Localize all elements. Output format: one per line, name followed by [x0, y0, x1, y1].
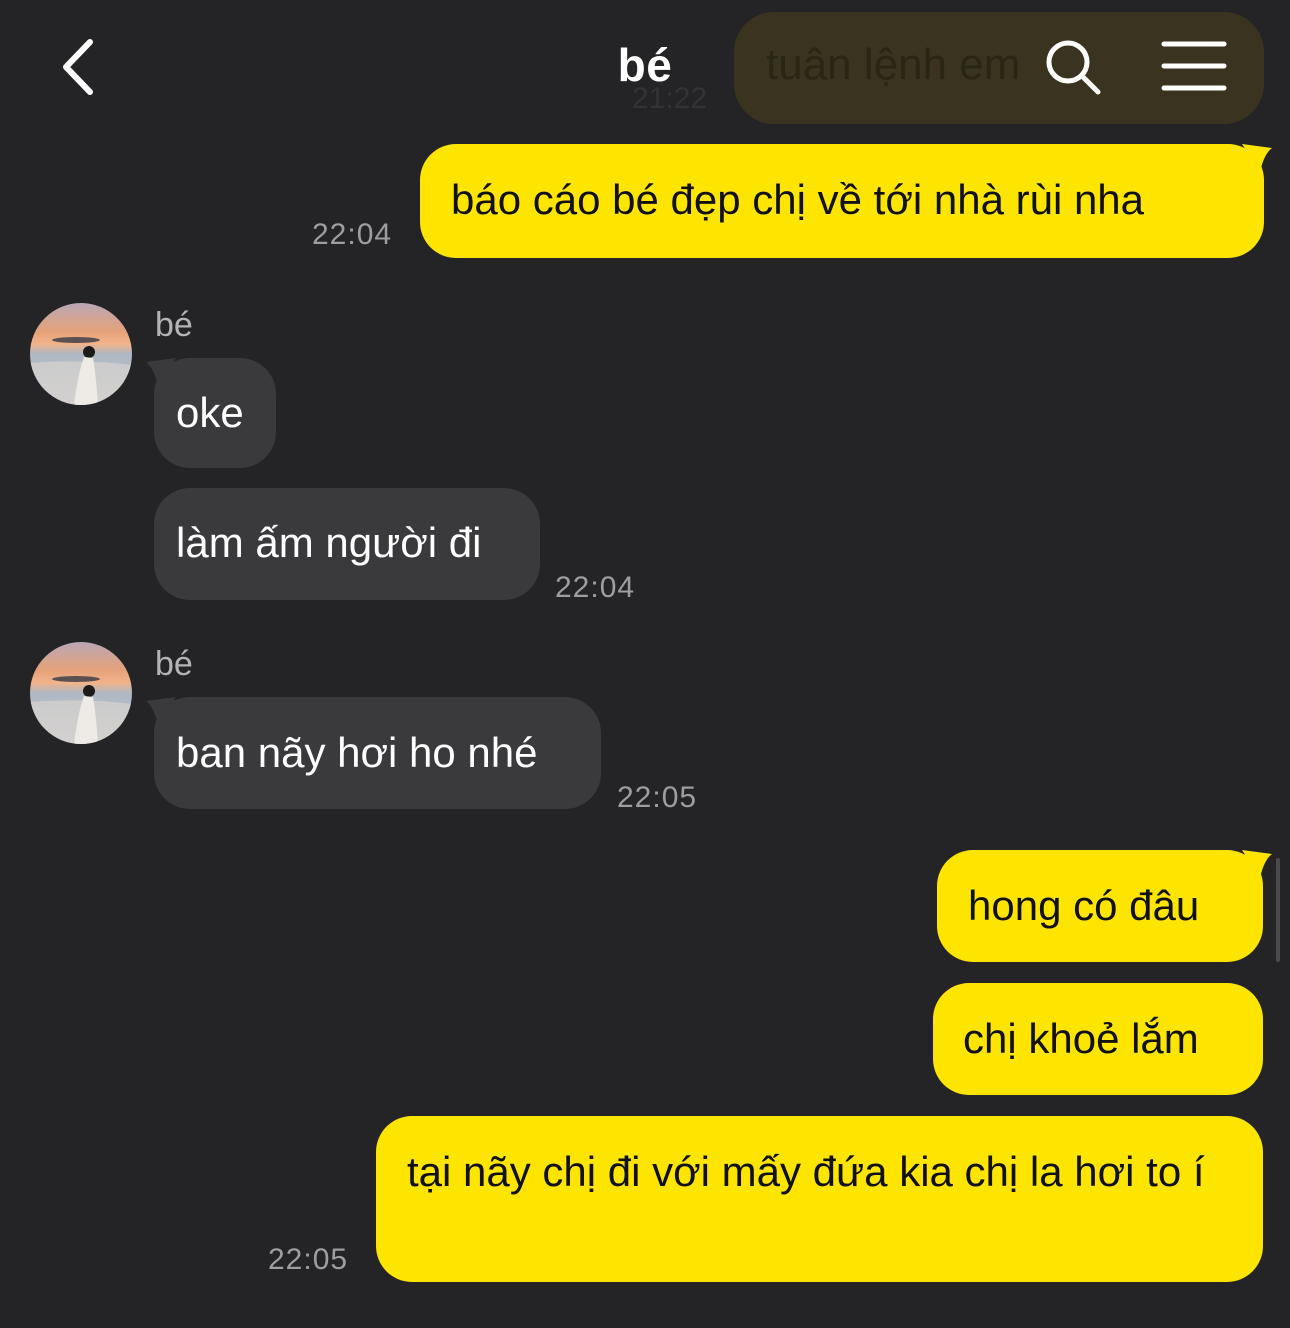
bubble-tail: [1242, 144, 1272, 172]
their-message-bubble[interactable]: làm ấm người đi: [154, 488, 540, 600]
avatar-photo: [30, 303, 132, 405]
my-message-bubble[interactable]: hong có đâu: [937, 850, 1263, 962]
my-message-bubble[interactable]: báo cáo bé đẹp chị về tới nhà rùi nha: [420, 144, 1264, 258]
their-message-bubble[interactable]: oke: [154, 358, 276, 468]
search-icon: [1046, 40, 1101, 95]
avatar[interactable]: [30, 303, 132, 405]
message-time: 22:04: [312, 218, 393, 251]
hamburger-menu-icon: [1161, 41, 1227, 91]
message-time: 22:05: [268, 1243, 349, 1276]
avatar[interactable]: [30, 642, 132, 744]
their-message-bubble[interactable]: ban nãy hơi ho nhé: [154, 697, 601, 809]
message-time: 22:04: [555, 571, 636, 604]
my-message-bubble[interactable]: tại nãy chị đi với mấy đứa kia chị la hơ…: [376, 1116, 1263, 1282]
sender-name: bé: [155, 306, 193, 344]
sender-name: bé: [155, 645, 193, 683]
message-text: tại nãy chị đi với mấy đứa kia chị la hơ…: [407, 1148, 1205, 1195]
bubble-tail: [1242, 850, 1272, 878]
message-text: ban nãy hơi ho nhé: [176, 729, 538, 776]
message-text: oke: [176, 389, 244, 436]
message-time: 22:05: [617, 781, 698, 814]
scrollbar[interactable]: [1276, 858, 1280, 962]
message-text: báo cáo bé đẹp chị về tới nhà rùi nha: [451, 176, 1145, 223]
menu-button[interactable]: [1160, 38, 1228, 94]
my-message-bubble[interactable]: chị khoẻ lắm: [933, 983, 1263, 1095]
avatar-photo: [30, 642, 132, 744]
search-button[interactable]: [1042, 36, 1104, 98]
message-text: làm ấm người đi: [176, 519, 482, 566]
message-text: hong có đâu: [968, 882, 1200, 929]
message-text: chị khoẻ lắm: [963, 1015, 1199, 1062]
